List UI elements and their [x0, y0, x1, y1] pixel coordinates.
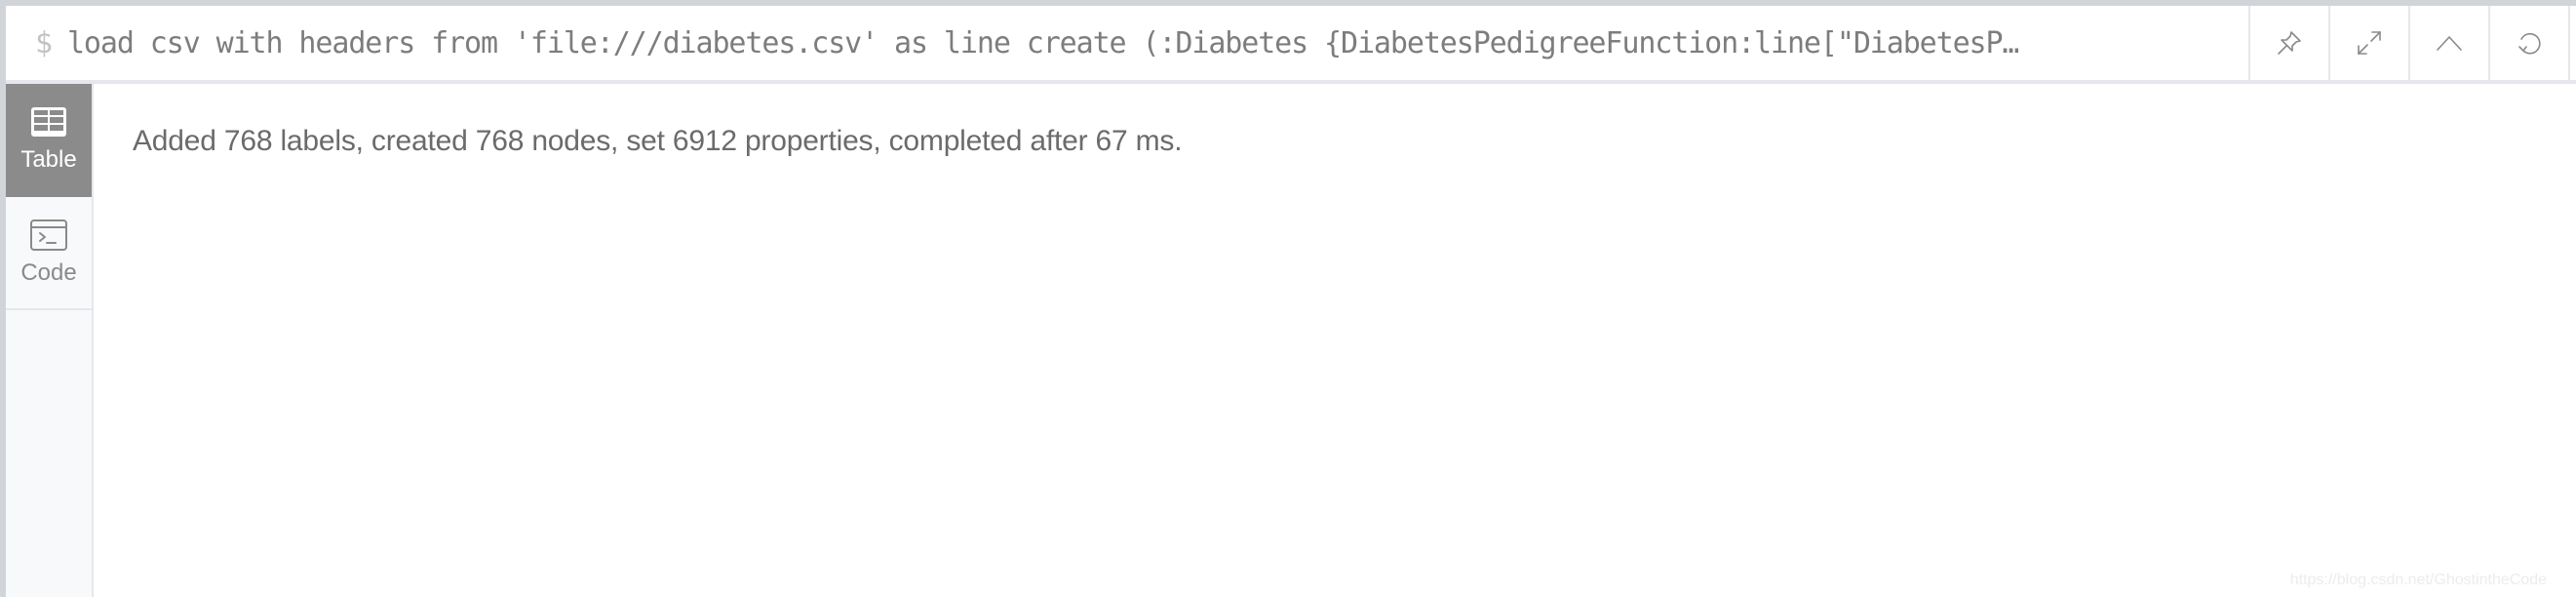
result-frame: $ load csv with headers from 'file:///di… [6, 6, 2576, 597]
expand-button[interactable] [2328, 6, 2408, 80]
collapse-button[interactable] [2408, 6, 2488, 80]
terminal-icon [30, 219, 67, 251]
rerun-icon [2518, 32, 2541, 55]
tab-table[interactable]: Table [6, 84, 92, 197]
table-icon [31, 107, 66, 137]
status-message: Added 768 labels, created 768 nodes, set… [133, 125, 1183, 157]
rerun-button[interactable] [2488, 6, 2570, 80]
prompt-symbol: $ [35, 25, 53, 60]
command-text[interactable]: load csv with headers from 'file:///diab… [67, 26, 2018, 60]
tab-code-label: Code [20, 259, 77, 286]
tab-code[interactable]: Code [6, 197, 92, 310]
result-content: Added 768 labels, created 768 nodes, set… [94, 84, 2576, 597]
chevron-up-icon [2437, 35, 2462, 51]
view-sidebar: Table Code [6, 84, 94, 597]
expand-icon [2358, 31, 2381, 55]
pin-button[interactable] [2248, 6, 2328, 80]
tab-table-label: Table [20, 146, 77, 173]
watermark: https://blog.csdn.net/GhostintheCode [2289, 572, 2547, 588]
command-editor[interactable]: $ load csv with headers from 'file:///di… [35, 6, 2239, 80]
frame-header: $ load csv with headers from 'file:///di… [6, 6, 2576, 84]
frame-actions [2248, 6, 2570, 80]
pin-icon [2278, 31, 2301, 55]
